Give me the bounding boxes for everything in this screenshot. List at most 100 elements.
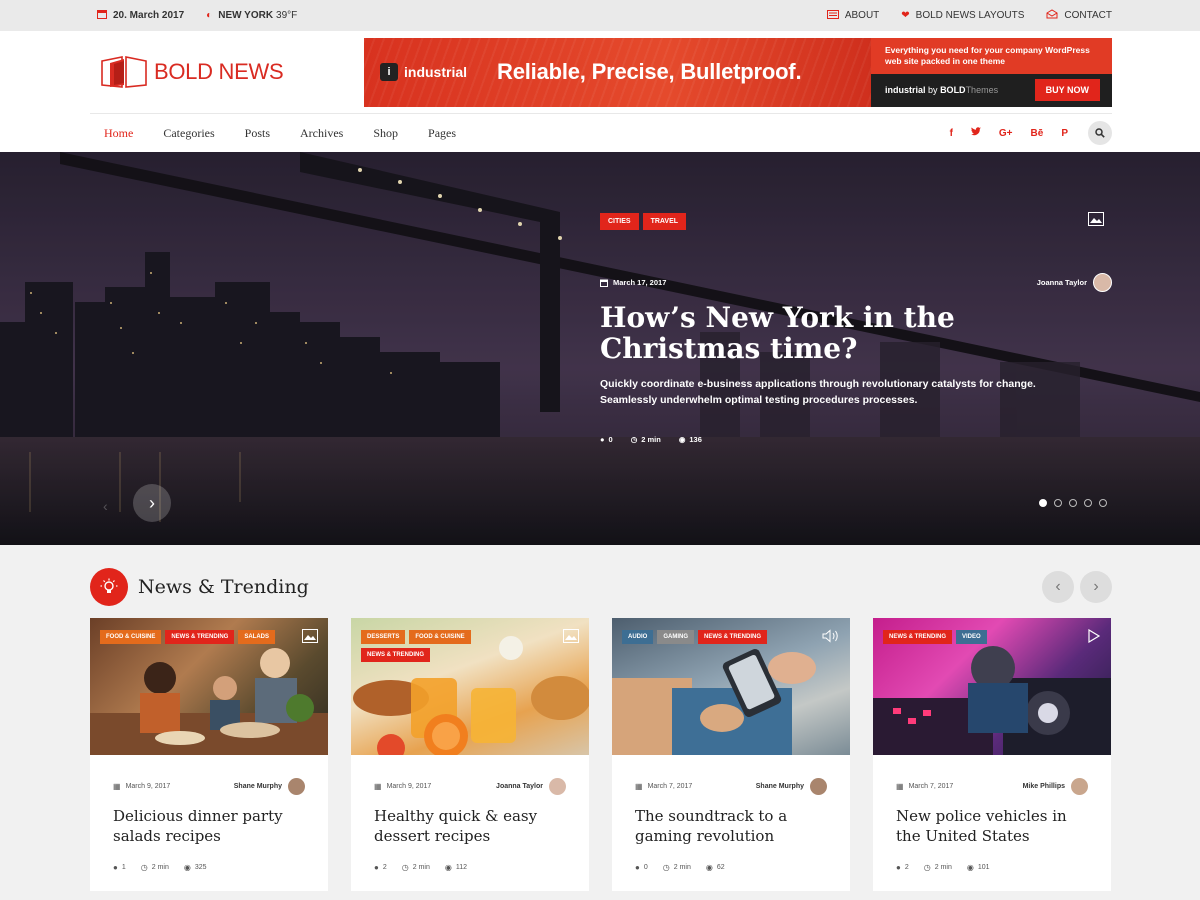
card-date: ▦ March 9, 2017 — [374, 782, 431, 791]
card-tag[interactable]: NEWS & TRENDING — [883, 630, 952, 644]
behance-icon[interactable]: Bē — [1031, 128, 1044, 139]
slider-dot[interactable] — [1039, 499, 1047, 507]
card-author[interactable]: Joanna Taylor — [496, 778, 566, 795]
image-icon — [302, 629, 318, 648]
byline-brand: industrial — [885, 85, 926, 95]
card-author[interactable]: Shane Murphy — [756, 778, 827, 795]
card-stats: ● 1 ◷ 2 min ◉ 325 — [113, 863, 207, 872]
twitter-icon[interactable] — [970, 127, 981, 139]
card-title[interactable]: The soundtrack to a gaming revolution — [635, 806, 830, 846]
keyboard-icon — [826, 9, 839, 22]
card-title[interactable]: Healthy quick & easy dessert recipes — [374, 806, 569, 846]
nav-item-categories[interactable]: Categories — [163, 126, 214, 141]
byline-company: BOLD — [940, 85, 966, 95]
read-time-text: 2 min — [151, 864, 169, 871]
nav-item-archives[interactable]: Archives — [300, 126, 343, 141]
card-tag[interactable]: SALADS — [238, 630, 276, 644]
read-time-stat: ◷ 2 min — [141, 863, 169, 872]
card-tag[interactable]: VIDEO — [956, 630, 987, 644]
card-tag[interactable]: NEWS & TRENDING — [361, 648, 430, 662]
card-tag[interactable]: FOOD & CUISINE — [100, 630, 162, 644]
card-tag[interactable]: GAMING — [657, 630, 695, 644]
hero-author[interactable]: Joanna Taylor — [1037, 273, 1112, 292]
card-tag[interactable]: AUDIO — [622, 630, 654, 644]
comments-count: 2 — [382, 864, 387, 871]
banner-byline: industrial by BOLDThemes — [885, 85, 998, 95]
nav-item-pages[interactable]: Pages — [428, 126, 456, 141]
lightbulb-icon — [90, 568, 128, 606]
about-label: ABOUT — [844, 10, 880, 21]
card-image[interactable]: AUDIO GAMING NEWS & TRENDING — [612, 618, 850, 755]
card-meta: ▦ March 9, 2017 Shane Murphy — [113, 778, 305, 795]
eye-icon: ◉ — [966, 863, 974, 872]
hero-meta: March 17, 2017 Joanna Taylor — [600, 273, 1112, 292]
views-stat: ◉ 112 — [445, 863, 467, 872]
google-plus-icon[interactable]: G+ — [999, 128, 1013, 139]
news-card[interactable]: DESSERTS FOOD & CUISINE NEWS & TRENDING … — [351, 618, 589, 891]
banner-footer: industrial by BOLDThemes BUY NOW — [871, 73, 1112, 107]
nav-item-shop[interactable]: Shop — [373, 126, 398, 141]
card-author-name: Joanna Taylor — [496, 783, 543, 790]
clock-icon: ◷ — [630, 435, 638, 444]
ad-banner[interactable]: i industrial Reliable, Precise, Bulletpr… — [364, 37, 1112, 107]
slider-dot[interactable] — [1069, 499, 1077, 507]
buy-now-button[interactable]: BUY NOW — [1034, 79, 1100, 101]
site-logo[interactable]: BOLD NEWS — [100, 55, 284, 89]
read-time-stat: ◷ 2 min — [631, 435, 661, 444]
hero-date: March 17, 2017 — [600, 278, 666, 287]
eye-icon: ◉ — [678, 435, 686, 444]
hero-next-arrow[interactable]: › — [133, 484, 171, 522]
site-header: BOLD NEWS i industrial Reliable, Precise… — [0, 31, 1200, 113]
slider-dot[interactable] — [1054, 499, 1062, 507]
about-link[interactable]: ABOUT — [826, 9, 880, 22]
hero-tag[interactable]: CITIES — [600, 213, 639, 230]
card-date-text: March 9, 2017 — [125, 783, 171, 790]
section-next-button[interactable]: › — [1080, 571, 1112, 603]
card-tag[interactable]: NEWS & TRENDING — [165, 630, 235, 644]
card-image[interactable]: FOOD & CUISINE NEWS & TRENDING SALADS — [90, 618, 328, 755]
card-title[interactable]: New police vehicles in the United States — [896, 806, 1091, 846]
byline-suffix: Themes — [965, 85, 999, 95]
avatar — [1071, 778, 1088, 795]
avatar — [549, 778, 566, 795]
heart-icon: ❤ — [901, 9, 910, 21]
card-author[interactable]: Mike Phillips — [1023, 778, 1088, 795]
city-text: NEW YORK — [218, 10, 274, 21]
card-tag[interactable]: NEWS & TRENDING — [698, 630, 768, 644]
section-prev-button[interactable]: ‹ — [1042, 571, 1074, 603]
card-image[interactable]: NEWS & TRENDING VIDEO — [873, 618, 1111, 755]
hero-title[interactable]: How’s New York in the Christmas time? — [600, 302, 1110, 364]
image-icon — [563, 629, 579, 648]
contact-link[interactable]: CONTACT — [1046, 9, 1112, 22]
facebook-icon[interactable]: f — [950, 128, 953, 139]
comments-stat: ● 1 — [113, 863, 126, 872]
views-count: 112 — [455, 864, 468, 871]
nav-item-home[interactable]: Home — [104, 126, 133, 141]
contact-label: CONTACT — [1064, 10, 1112, 21]
card-meta: ▦ March 9, 2017 Joanna Taylor — [374, 778, 566, 795]
card-author[interactable]: Shane Murphy — [234, 778, 305, 795]
views-count: 325 — [194, 864, 207, 871]
pinterest-icon[interactable]: P — [1061, 128, 1068, 139]
nav-item-posts[interactable]: Posts — [245, 126, 270, 141]
card-tag[interactable]: FOOD & CUISINE — [409, 630, 471, 644]
hero-prev-arrow[interactable]: ‹ — [103, 498, 108, 514]
news-card[interactable]: NEWS & TRENDING VIDEO ▦ March 7, 2017 Mik… — [873, 618, 1111, 891]
card-tag[interactable]: DESSERTS — [361, 630, 406, 644]
layouts-link[interactable]: ❤ BOLD NEWS LAYOUTS — [901, 10, 1024, 21]
views-stat: ◉ 325 — [184, 863, 207, 872]
clock-icon: ◷ — [923, 863, 931, 872]
hero-tag[interactable]: TRAVEL — [642, 213, 687, 230]
news-card[interactable]: FOOD & CUISINE NEWS & TRENDING SALADS ▦ M… — [90, 618, 328, 891]
comments-count: 1 — [121, 864, 126, 871]
comments-count: 2 — [904, 864, 909, 871]
news-card[interactable]: AUDIO GAMING NEWS & TRENDING ▦ March 7, 2… — [612, 618, 850, 891]
card-image[interactable]: DESSERTS FOOD & CUISINE NEWS & TRENDING — [351, 618, 589, 755]
search-icon — [1095, 128, 1105, 138]
card-title[interactable]: Delicious dinner party salads recipes — [113, 806, 308, 846]
search-button[interactable] — [1088, 121, 1112, 145]
slider-dot[interactable] — [1099, 499, 1107, 507]
slider-dot[interactable] — [1084, 499, 1092, 507]
banner-side: Everything you need for your company Wor… — [871, 37, 1112, 107]
hero-slider[interactable]: CITIES TRAVEL March 17, 2017 Joanna Tayl… — [0, 152, 1200, 545]
